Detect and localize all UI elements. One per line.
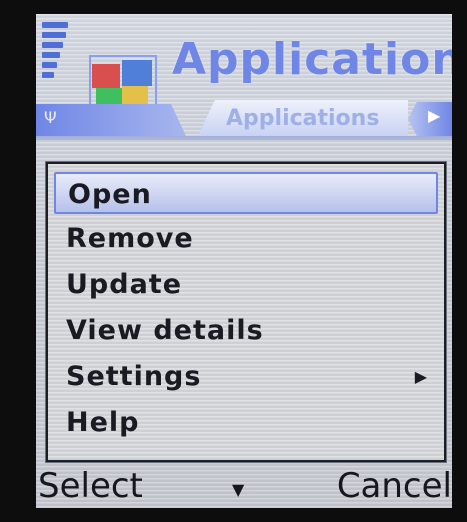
select-softkey[interactable]: Select bbox=[38, 466, 143, 506]
softkey-bar: Select ▼ Cancel bbox=[36, 466, 452, 508]
menu-item-help[interactable]: Help bbox=[54, 402, 438, 444]
menu-item-label: View details bbox=[66, 315, 264, 346]
header: Applications Ψ Applications ▶ bbox=[36, 14, 452, 154]
options-menu: Open Remove Update View details Settings… bbox=[46, 162, 446, 462]
phone-screen: Applications Ψ Applications ▶ Open Remov… bbox=[36, 14, 452, 508]
menu-item-label: Help bbox=[66, 407, 140, 438]
menu-item-label: Update bbox=[66, 269, 183, 300]
menu-item-remove[interactable]: Remove bbox=[54, 218, 438, 260]
cancel-softkey[interactable]: Cancel bbox=[337, 466, 452, 506]
menu-item-label: Remove bbox=[66, 223, 194, 254]
menu-item-label: Settings bbox=[66, 361, 202, 392]
header-divider bbox=[36, 136, 452, 140]
menu-item-view-details[interactable]: View details bbox=[54, 310, 438, 352]
tab-bar: Ψ Applications ▶ bbox=[36, 96, 452, 136]
submenu-arrow-icon: ▶ bbox=[414, 367, 428, 386]
antenna-icon: Ψ bbox=[44, 108, 57, 127]
right-arrow-icon: ▶ bbox=[428, 106, 441, 125]
tab-label: Applications bbox=[226, 106, 380, 131]
menu-item-settings[interactable]: Settings ▶ bbox=[54, 356, 438, 398]
menu-item-open[interactable]: Open bbox=[54, 172, 438, 214]
down-arrow-icon[interactable]: ▼ bbox=[232, 480, 244, 499]
menu-item-label: Open bbox=[68, 179, 152, 210]
tab-left-segment bbox=[36, 104, 186, 136]
page-title: Applications bbox=[172, 34, 452, 85]
menu-item-update[interactable]: Update bbox=[54, 264, 438, 306]
